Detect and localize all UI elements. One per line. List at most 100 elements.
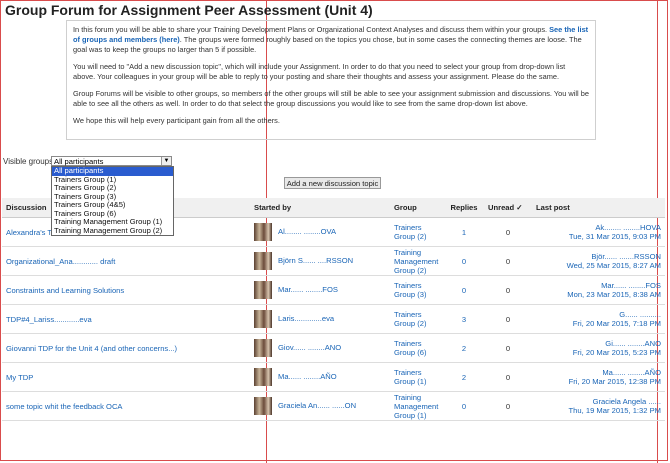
last-post-author[interactable]: Ak........ ........HOVA [595,223,661,232]
chevron-down-icon[interactable]: ▼ [161,157,171,165]
last-post-date[interactable]: Thu, 19 Mar 2015, 1:32 PM [569,406,661,415]
table-row: some topic whit the feedback OCA Graciela… [2,391,665,421]
avatar[interactable] [254,252,272,270]
group-cell: Trainers Group (2) [390,304,444,334]
replies-link[interactable]: 0 [462,257,466,266]
header-replies[interactable]: Replies [444,198,484,218]
table-row: Organizational_Ana............ draft Björ… [2,246,665,276]
last-post-author[interactable]: Gi...... ........ANO [605,339,661,348]
last-post-author[interactable]: Graciela Angela ...... [593,397,661,406]
group-cell: Trainers Group (2) [390,217,444,247]
avatar[interactable] [254,310,272,328]
started-by-cell: Laris.............eva [250,304,390,334]
group-link[interactable]: Trainers Group (1) [394,368,427,386]
discussion-link[interactable]: My TDP [6,373,33,382]
group-cell: Training Management Group (2) [390,246,444,276]
group-cell: Training Management Group (1) [390,391,444,421]
discussion-link[interactable]: Giovanni TDP for the Unit 4 (and other c… [6,344,177,353]
replies-link[interactable]: 1 [462,228,466,237]
discussion-cell: some topic whit the feedback OCA [2,391,250,421]
group-link[interactable]: Trainers Group (2) [394,310,427,328]
last-post-date[interactable]: Fri, 20 Mar 2015, 12:38 PM [569,377,661,386]
unread-count: 0 [484,391,532,421]
author-link[interactable]: Ma...... ........AÑO [278,372,337,381]
replies-link[interactable]: 2 [462,373,466,382]
header-group[interactable]: Group [390,198,444,218]
last-post-author[interactable]: Ma...... ........AÑO [602,368,661,377]
group-link[interactable]: Training Management Group (2) [394,248,438,275]
replies-cell: 1 [444,217,484,247]
unread-count: 0 [484,304,532,334]
intro-paragraph-1: In this forum you will be able to share … [73,25,589,54]
discussion-link[interactable]: Alexandra's T [6,228,52,237]
avatar[interactable] [254,368,272,386]
page-title: Group Forum for Assignment Peer Assessme… [5,2,373,18]
discussion-link[interactable]: some topic whit the feedback OCA [6,402,123,411]
replies-link[interactable]: 0 [462,286,466,295]
avatar[interactable] [254,397,272,415]
visible-groups-label: Visible groups [3,157,54,166]
avatar[interactable] [254,223,272,241]
started-by-cell: Giov...... ........ANO [250,333,390,363]
discussion-cell: Organizational_Ana............ draft [2,246,250,276]
author-link[interactable]: Mar...... ........FOS [278,285,338,294]
visible-groups-dropdown: All participants Trainers Group (1) Trai… [51,166,174,236]
author-link[interactable]: Al........ ........OVA [278,227,336,236]
unread-count: 0 [484,333,532,363]
group-link[interactable]: Trainers Group (6) [394,339,427,357]
discussion-link[interactable]: Constraints and Learning Solutions [6,286,124,295]
intro-paragraph-3: Group Forums will be visible to other gr… [73,89,589,108]
started-by-cell: Mar...... ........FOS [250,275,390,305]
replies-cell: 0 [444,275,484,305]
unread-count: 0 [484,217,532,247]
discussion-link[interactable]: Organizational_Ana............ draft [6,257,115,266]
add-discussion-button[interactable]: Add a new discussion topic [284,177,381,189]
last-post-author[interactable]: Björ...... .......RSSON [591,252,661,261]
started-by-cell: Al........ ........OVA [250,217,390,247]
group-link[interactable]: Trainers Group (3) [394,281,427,299]
author-link[interactable]: Graciela An...... ......ON [278,401,356,410]
unread-count: 0 [484,362,532,392]
avatar[interactable] [254,339,272,357]
group-link[interactable]: Trainers Group (2) [394,223,427,241]
last-post-date[interactable]: Mon, 23 Mar 2015, 8:38 AM [567,290,661,299]
last-post-date[interactable]: Tue, 31 Mar 2015, 9:03 PM [569,232,661,241]
last-post-author[interactable]: G...... .......... [619,310,661,319]
replies-cell: 0 [444,246,484,276]
header-started-by[interactable]: Started by [250,198,390,218]
last-post-cell: Graciela Angela ...... Thu, 19 Mar 2015, … [532,391,665,421]
unread-count: 0 [484,275,532,305]
header-unread[interactable]: Unread ✓ [484,198,532,218]
discussion-cell: My TDP [2,362,250,392]
group-cell: Trainers Group (3) [390,275,444,305]
header-last-post[interactable]: Last post [532,198,665,218]
last-post-cell: G...... .......... Fri, 20 Mar 2015, 7:18… [532,304,665,334]
dropdown-option[interactable]: Training Management Group (2) [52,226,173,236]
started-by-cell: Björn S...... ....RSSON [250,246,390,276]
last-post-cell: Ma...... ........AÑO Fri, 20 Mar 2015, 12… [532,362,665,392]
table-row: My TDP Ma...... ........AÑO Trainers Group… [2,362,665,392]
last-post-date[interactable]: Wed, 25 Mar 2015, 8:27 AM [567,261,661,270]
forum-intro: In this forum you will be able to share … [66,20,596,140]
replies-cell: 0 [444,391,484,421]
last-post-cell: Björ...... .......RSSON Wed, 25 Mar 2015,… [532,246,665,276]
last-post-date[interactable]: Fri, 20 Mar 2015, 7:18 PM [573,319,661,328]
replies-link[interactable]: 0 [462,402,466,411]
group-link[interactable]: Training Management Group (1) [394,393,438,420]
author-link[interactable]: Giov...... ........ANO [278,343,341,352]
last-post-date[interactable]: Fri, 20 Mar 2015, 5:23 PM [573,348,661,357]
avatar[interactable] [254,281,272,299]
replies-cell: 2 [444,362,484,392]
author-link[interactable]: Björn S...... ....RSSON [278,256,353,265]
unread-count: 0 [484,246,532,276]
replies-link[interactable]: 2 [462,344,466,353]
started-by-cell: Ma...... ........AÑO [250,362,390,392]
author-link[interactable]: Laris.............eva [278,314,334,323]
last-post-author[interactable]: Mar...... ........FOS [601,281,661,290]
group-cell: Trainers Group (6) [390,333,444,363]
discussion-link[interactable]: TDP#4_Lariss............eva [6,315,92,324]
last-post-cell: Gi...... ........ANO Fri, 20 Mar 2015, 5:… [532,333,665,363]
replies-link[interactable]: 3 [462,315,466,324]
visible-groups-select[interactable]: All participants ▼ [51,156,172,166]
discussion-cell: Giovanni TDP for the Unit 4 (and other c… [2,333,250,363]
